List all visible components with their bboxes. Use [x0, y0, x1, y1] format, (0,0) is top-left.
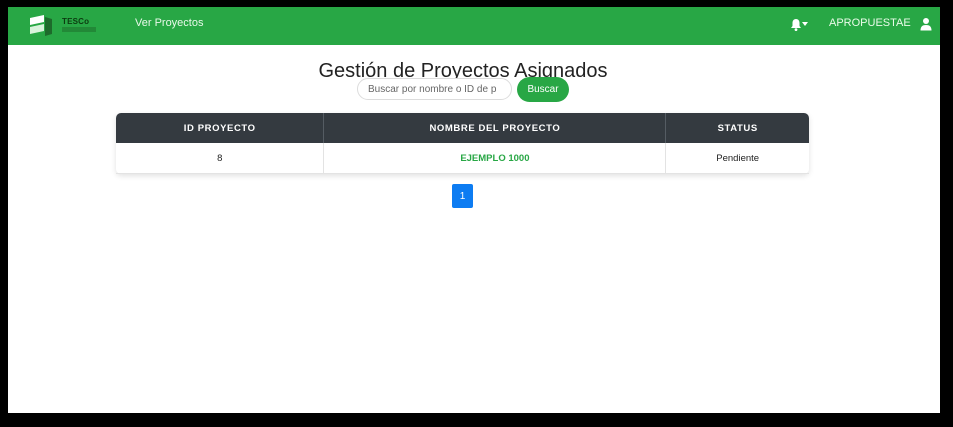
pagination-page-button[interactable]: 1: [452, 184, 473, 208]
logo-text: TESCo: [62, 17, 90, 26]
search-button[interactable]: Buscar: [517, 77, 569, 102]
top-navbar: TESCo Ver Proyectos APROPUESTAE: [8, 7, 940, 45]
cell-project-id: 8: [116, 143, 325, 174]
logo-subtitle-mark: [62, 27, 96, 32]
project-name-link[interactable]: EJEMPLO 1000: [460, 153, 529, 164]
tesco-logo-icon: [30, 15, 52, 36]
user-icon[interactable]: [919, 17, 933, 31]
search-input[interactable]: [357, 78, 512, 100]
table-row[interactable]: 8 EJEMPLO 1000 Pendiente: [116, 143, 809, 174]
header-status[interactable]: STATUS: [666, 113, 809, 143]
app-window: TESCo Ver Proyectos APROPUESTAE Gestión …: [8, 7, 940, 413]
projects-table: ID PROYECTO NOMBRE DEL PROYECTO STATUS 8…: [116, 113, 809, 174]
cell-project-status: Pendiente: [666, 143, 809, 174]
tesco-logo[interactable]: TESCo: [28, 14, 100, 38]
header-id-proyecto[interactable]: ID PROYECTO: [116, 113, 325, 143]
table-header-row: ID PROYECTO NOMBRE DEL PROYECTO STATUS: [116, 113, 809, 143]
username-menu[interactable]: APROPUESTAE: [829, 17, 911, 29]
caret-down-icon[interactable]: [802, 22, 808, 26]
header-nombre-proyecto[interactable]: NOMBRE DEL PROYECTO: [324, 113, 667, 143]
nav-link-ver-proyectos[interactable]: Ver Proyectos: [135, 17, 203, 29]
cell-project-name: EJEMPLO 1000: [324, 143, 667, 174]
